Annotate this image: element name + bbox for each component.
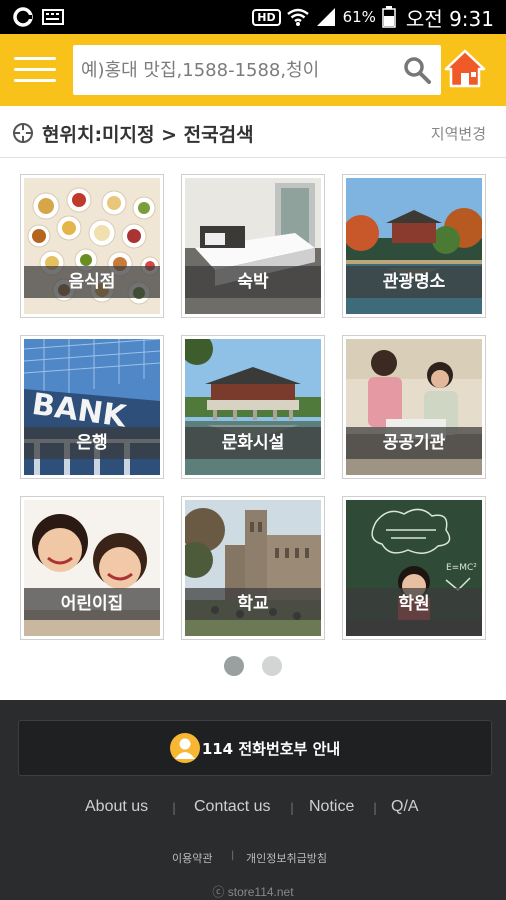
category-tourist-attractions[interactable]: 관광명소	[342, 174, 486, 318]
footer: 114 전화번호부 안내 About us | Contact us | Not…	[0, 700, 506, 900]
svg-text:E=MC²: E=MC²	[446, 563, 477, 573]
location-target-icon	[13, 123, 33, 143]
category-school[interactable]: 학교	[181, 496, 325, 640]
clock: 오전 9:31	[405, 6, 494, 31]
category-public-institutions[interactable]: 공공기관	[342, 335, 486, 479]
restaurant-image: 음식점	[24, 178, 160, 314]
category-label: 문화시설	[185, 427, 321, 459]
footer-links: About us | Contact us | Notice | Q/A	[0, 798, 506, 820]
person-icon	[169, 733, 200, 763]
battery-icon	[382, 6, 396, 28]
category-label: 학교	[185, 588, 321, 620]
terms-link[interactable]: 이용약관	[172, 850, 212, 866]
menu-button[interactable]	[14, 51, 56, 87]
menu-icon-line	[14, 68, 56, 71]
keyboard-icon	[42, 9, 64, 25]
bank-image: BANK 은행	[24, 339, 160, 475]
phonebook-guide-button[interactable]: 114 전화번호부 안내	[18, 720, 492, 776]
about-us-link[interactable]: About us	[85, 798, 148, 816]
tourist-attractions-image: 관광명소	[346, 178, 482, 314]
lodging-image: 숙박	[185, 178, 321, 314]
app-header	[0, 34, 506, 106]
page-dot-active[interactable]	[224, 656, 244, 676]
menu-icon-line	[14, 57, 56, 60]
home-icon[interactable]	[444, 48, 486, 90]
notice-link[interactable]: Notice	[309, 798, 354, 816]
link-separator: |	[373, 801, 378, 815]
qa-link[interactable]: Q/A	[391, 798, 419, 816]
phonebook-guide-label: 114 전화번호부 안내	[201, 739, 341, 758]
status-bar: HD 61% 오전 9:31	[0, 0, 506, 34]
change-region-link[interactable]: 지역변경	[431, 123, 486, 144]
category-label: 공공기관	[346, 427, 482, 459]
link-separator: |	[290, 801, 295, 815]
link-separator: |	[231, 850, 235, 861]
category-academy[interactable]: E=MC² 학원	[342, 496, 486, 640]
hd-voice-icon: HD	[252, 8, 281, 26]
notification-app-icon	[13, 7, 33, 27]
category-label: 은행	[24, 427, 160, 459]
category-restaurant[interactable]: 음식점	[20, 174, 164, 318]
daycare-image: 어린이집	[24, 500, 160, 636]
current-location: 현위치:미지정 > 전국검색	[42, 124, 254, 146]
category-bank[interactable]: BANK 은행	[20, 335, 164, 479]
category-label: 음식점	[24, 266, 160, 298]
battery-percent: 61%	[342, 8, 376, 26]
page-dot[interactable]	[262, 656, 282, 676]
menu-icon-line	[14, 79, 56, 82]
cultural-facilities-image: 문화시설	[185, 339, 321, 475]
search-icon[interactable]	[403, 56, 431, 84]
signal-icon	[316, 8, 335, 26]
search-input[interactable]	[81, 45, 391, 95]
academy-image: E=MC² 학원	[346, 500, 482, 636]
category-label: 학원	[346, 588, 482, 620]
category-lodging[interactable]: 숙박	[181, 174, 325, 318]
category-daycare[interactable]: 어린이집	[20, 496, 164, 640]
privacy-policy-link[interactable]: 개인정보취급방침	[246, 850, 327, 866]
public-institutions-image: 공공기관	[346, 339, 482, 475]
category-label: 관광명소	[346, 266, 482, 298]
wifi-icon	[286, 8, 309, 26]
link-separator: |	[172, 801, 177, 815]
contact-us-link[interactable]: Contact us	[194, 798, 270, 816]
category-label: 숙박	[185, 266, 321, 298]
category-label: 어린이집	[24, 588, 160, 620]
page-indicator	[0, 656, 506, 676]
copyright: ⓒ store114.net	[212, 885, 294, 899]
school-image: 학교	[185, 500, 321, 636]
search-box	[73, 45, 441, 95]
category-cultural-facilities[interactable]: 문화시설	[181, 335, 325, 479]
location-bar: 현위치:미지정 > 전국검색 지역변경	[0, 106, 506, 158]
